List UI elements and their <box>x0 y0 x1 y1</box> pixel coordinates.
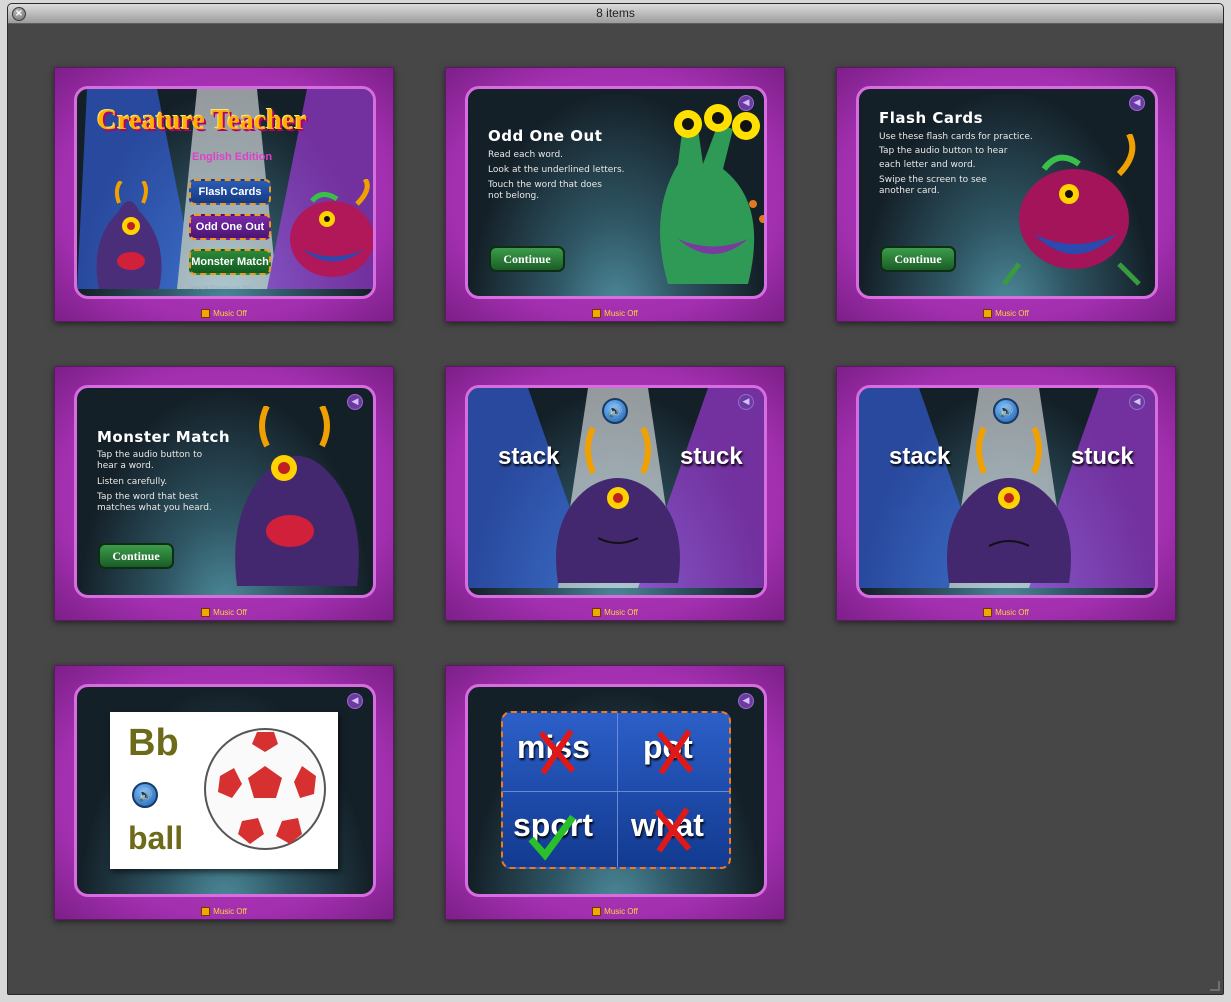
music-off-label: Music Off <box>604 906 638 916</box>
thumbnail-odd-one-out[interactable]: ◀ Odd One Out Read each word. Look at th… <box>445 67 785 322</box>
purple-monster-image <box>235 406 359 586</box>
music-icon <box>201 309 211 318</box>
finder-window: × 8 items Creature Teacher English Editi… <box>7 3 1224 995</box>
x-mark-icon <box>656 729 694 775</box>
thumbnail-flash-card-ball[interactable]: ◀ Bb 🔊 ball Music Off <box>54 665 394 920</box>
word-choice-right[interactable]: stuck <box>680 443 743 471</box>
grid-divider <box>617 713 618 867</box>
instruction-line: Look at the underlined letters. <box>488 165 625 175</box>
app-title: Creature Teacher <box>97 105 307 136</box>
instruction-line: hear a word. <box>97 461 154 471</box>
music-icon <box>592 608 602 617</box>
back-icon[interactable]: ◀ <box>1129 394 1145 410</box>
music-off-toggle[interactable]: Music Off <box>837 608 1175 617</box>
word-choice-right[interactable]: stuck <box>1071 443 1134 471</box>
music-off-label: Music Off <box>604 607 638 617</box>
grid-divider <box>503 791 729 792</box>
screen: ◀ Flash Cards Use these flash cards for … <box>856 86 1158 299</box>
flash-cards-button[interactable]: Flash Cards <box>189 179 271 205</box>
instruction-line: Listen carefully. <box>97 477 168 487</box>
thumbnail-flash-cards[interactable]: ◀ Flash Cards Use these flash cards for … <box>836 67 1176 322</box>
screen: ◀ Monster Match Tap the audio button to … <box>74 385 376 598</box>
back-icon[interactable]: ◀ <box>347 693 363 709</box>
music-icon <box>201 907 211 916</box>
word-grid: miss pot sport what <box>501 711 731 869</box>
music-off-label: Music Off <box>213 906 247 916</box>
window-title: 8 items <box>596 6 635 20</box>
green-monster-image <box>660 104 764 284</box>
back-icon[interactable]: ◀ <box>738 693 754 709</box>
thumbnail-word-choice-1[interactable]: ◀ 🔊 stack stuck Music Off <box>445 366 785 621</box>
music-off-toggle[interactable]: Music Off <box>446 608 784 617</box>
title-bar: × 8 items <box>8 4 1223 24</box>
continue-button[interactable]: Continue <box>98 543 174 569</box>
instruction-heading: Odd One Out <box>488 127 603 145</box>
continue-button[interactable]: Continue <box>489 246 565 272</box>
instruction-line: another card. <box>879 186 940 196</box>
music-off-toggle[interactable]: Music Off <box>837 309 1175 318</box>
purple-monster-image <box>96 181 162 289</box>
music-off-label: Music Off <box>604 308 638 318</box>
music-icon <box>201 608 211 617</box>
music-off-toggle[interactable]: Music Off <box>55 608 393 617</box>
instruction-line: not belong. <box>488 191 540 201</box>
app-subtitle: English Edition <box>192 151 273 163</box>
instruction-line: each letter and word. <box>879 160 976 170</box>
instruction-heading: Monster Match <box>97 428 231 446</box>
thumbnail-odd-one-out-grid[interactable]: ◀ miss pot sport what Music Off <box>445 665 785 920</box>
back-icon[interactable]: ◀ <box>1129 95 1145 111</box>
screen: Creature Teacher English Edition Flash C… <box>74 86 376 299</box>
music-icon <box>983 608 993 617</box>
music-off-label: Music Off <box>213 607 247 617</box>
thumbnail-grid: Creature Teacher English Edition Flash C… <box>8 24 1223 994</box>
card-word: ball <box>128 820 184 856</box>
music-icon <box>592 907 602 916</box>
instruction-line: Tap the audio button to hear <box>879 146 1008 156</box>
back-icon[interactable]: ◀ <box>738 394 754 410</box>
music-off-label: Music Off <box>995 607 1029 617</box>
copyright-text: Copyright TB Graphics Inc 2011 <box>189 285 253 290</box>
instruction-line: matches what you heard. <box>97 503 212 513</box>
odd-one-out-button[interactable]: Odd One Out <box>189 214 271 240</box>
music-off-toggle[interactable]: Music Off <box>446 907 784 916</box>
thumbnail-title-screen[interactable]: Creature Teacher English Edition Flash C… <box>54 67 394 322</box>
music-off-toggle[interactable]: Music Off <box>55 907 393 916</box>
soccer-ball-image <box>204 728 326 850</box>
pink-monster-image <box>1002 134 1141 286</box>
speaker-icon[interactable]: 🔊 <box>132 782 158 808</box>
thumbnail-word-choice-2[interactable]: ◀ 🔊 stack stuck Music Off <box>836 366 1176 621</box>
screen: ◀ miss pot sport what <box>465 684 767 897</box>
purple-monster-image <box>947 426 1071 583</box>
instruction-line: Read each word. <box>488 150 564 160</box>
flash-card[interactable]: Bb 🔊 ball <box>110 712 338 869</box>
music-off-label: Music Off <box>213 308 247 318</box>
resize-handle[interactable] <box>1210 981 1220 991</box>
instruction-heading: Flash Cards <box>879 109 984 127</box>
continue-button[interactable]: Continue <box>880 246 956 272</box>
monster-match-button[interactable]: Monster Match <box>189 249 271 275</box>
screen: ◀ Bb 🔊 ball <box>74 684 376 897</box>
check-mark-icon <box>528 814 576 861</box>
x-mark-icon <box>654 807 692 853</box>
thumbnail-monster-match[interactable]: ◀ Monster Match Tap the audio button to … <box>54 366 394 621</box>
screen: ◀ 🔊 stack stuck <box>856 385 1158 598</box>
music-off-toggle[interactable]: Music Off <box>55 309 393 318</box>
screen: ◀ Odd One Out Read each word. Look at th… <box>465 86 767 299</box>
screen: ◀ 🔊 stack stuck <box>465 385 767 598</box>
purple-monster-image <box>556 426 680 583</box>
music-off-toggle[interactable]: Music Off <box>446 309 784 318</box>
card-letter: Bb <box>128 722 179 764</box>
music-off-label: Music Off <box>995 308 1029 318</box>
pink-monster-image <box>290 179 373 277</box>
x-mark-icon <box>538 729 576 775</box>
music-icon <box>983 309 993 318</box>
music-icon <box>592 309 602 318</box>
